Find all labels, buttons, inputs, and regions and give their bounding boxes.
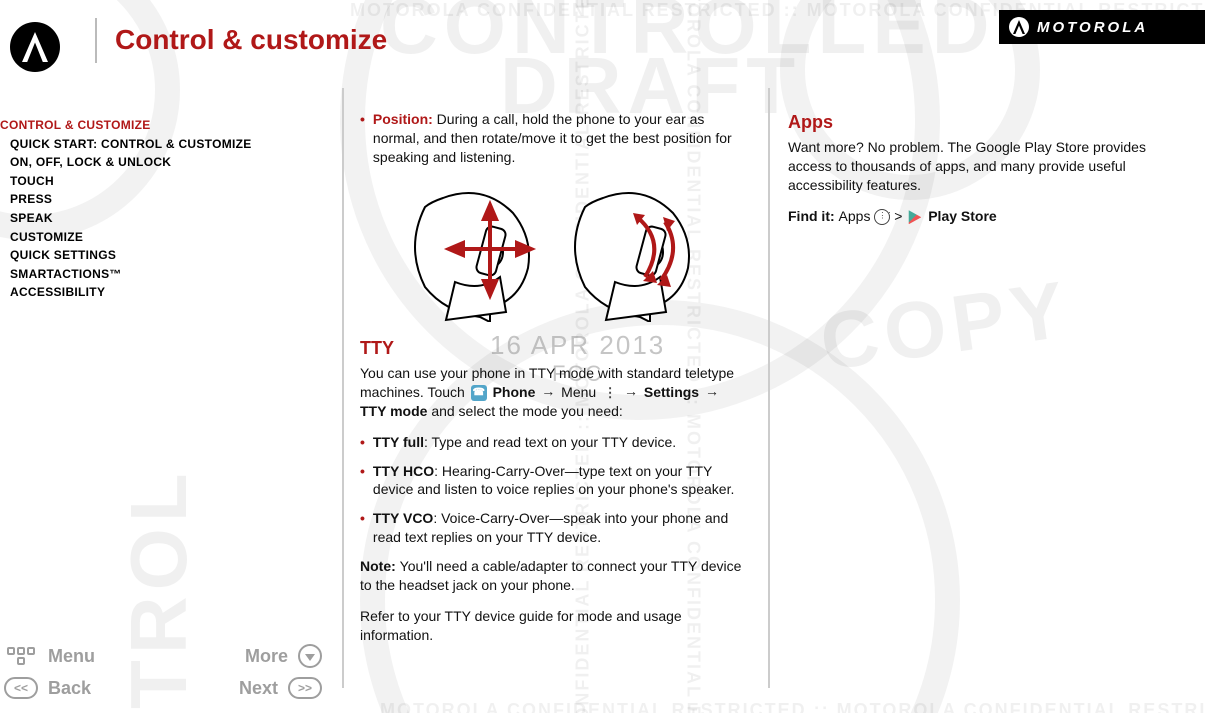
sidebar-item-customize[interactable]: Customize xyxy=(0,228,300,247)
brand-name: MOTOROLA xyxy=(1037,19,1148,36)
menu-label: Menu xyxy=(48,646,95,667)
phone-label: Phone xyxy=(493,384,536,400)
menu-grid-icon xyxy=(4,645,38,667)
tty-vco-bullet: • TTY VCO: Voice-Carry-Over—speak into y… xyxy=(360,509,750,547)
more-button[interactable]: More xyxy=(245,644,322,668)
watermark-copy: COPY xyxy=(815,263,1076,389)
position-bullet: • Position: During a call, hold the phon… xyxy=(360,110,750,167)
bullet-dot-icon: • xyxy=(360,462,365,500)
menu-overflow-icon: ⋮ xyxy=(602,391,616,395)
arrow-2: → xyxy=(624,382,638,401)
title-divider xyxy=(95,18,97,63)
findit-line: Find it: Apps > Play Store xyxy=(788,207,1183,226)
column-divider-2 xyxy=(768,88,770,688)
apps-text: Want more? No problem. The Google Play S… xyxy=(788,138,1183,195)
back-chevron-icon: << xyxy=(4,677,38,699)
tty-full-body: : Type and read text on your TTY device. xyxy=(424,434,676,450)
findit-apps: Apps xyxy=(839,208,875,224)
arrow-1: → xyxy=(541,382,555,401)
sidebar-item-smartactions[interactable]: SmartActions™ xyxy=(0,265,300,284)
more-dropdown-icon xyxy=(298,644,322,668)
position-label: Position: xyxy=(373,111,433,127)
bullet-dot-icon: • xyxy=(360,110,365,167)
sidebar-item-quick-start[interactable]: Quick start: Control & customize xyxy=(0,135,300,154)
phone-position-illustration xyxy=(385,177,725,322)
playstore-label: Play Store xyxy=(928,208,996,224)
bullet-dot-icon: • xyxy=(360,433,365,452)
sidebar-item-quick-settings[interactable]: Quick settings xyxy=(0,246,300,265)
back-label: Back xyxy=(48,678,91,699)
tty-full-text: TTY full: Type and read text on your TTY… xyxy=(373,433,676,452)
menu-button[interactable]: Menu xyxy=(4,645,95,667)
column-divider-1 xyxy=(342,88,344,688)
brand-bar: MOTOROLA xyxy=(999,10,1205,44)
tty-vco-text: TTY VCO: Voice-Carry-Over—speak into you… xyxy=(373,509,750,547)
next-label: Next xyxy=(239,678,278,699)
back-button[interactable]: << Back xyxy=(4,677,91,699)
sidebar-item-press[interactable]: Press xyxy=(0,190,300,209)
bullet-dot-icon: • xyxy=(360,509,365,547)
note-label: Note: xyxy=(360,558,400,574)
tty-intro-b: and select the mode you need: xyxy=(431,403,622,419)
tty-mode-label: TTY mode xyxy=(360,403,427,419)
motorola-batwing-icon xyxy=(1009,17,1029,37)
content-column-2: Apps Want more? No problem. The Google P… xyxy=(788,110,1183,238)
sidebar-item-speak[interactable]: Speak xyxy=(0,209,300,228)
tty-vco-label: TTY VCO xyxy=(373,510,433,526)
sidebar-item-touch[interactable]: Touch xyxy=(0,172,300,191)
apps-heading: Apps xyxy=(788,110,1183,134)
sidebar-item-on-off-lock[interactable]: On, off, lock & unlock xyxy=(0,153,300,172)
next-chevron-icon: >> xyxy=(288,677,322,699)
watermark-text-6: MOTOROLA CONFIDENTIAL RESTRICTED :: MOTO… xyxy=(380,700,1205,713)
tty-full-bullet: • TTY full: Type and read text on your T… xyxy=(360,433,750,452)
phone-app-icon: ☎ xyxy=(471,385,487,401)
sidebar-nav: Control & Customize Quick start: Control… xyxy=(0,116,300,302)
settings-label: Settings xyxy=(644,384,699,400)
note-body: You'll need a cable/adapter to connect y… xyxy=(360,558,741,593)
tty-full-label: TTY full xyxy=(373,434,424,450)
tty-intro: You can use your phone in TTY mode with … xyxy=(360,364,750,421)
tty-hco-label: TTY HCO xyxy=(373,463,434,479)
bottom-nav: Menu More << Back Next >> xyxy=(4,640,322,704)
play-store-icon xyxy=(907,210,921,224)
watermark-controlled: CONTROLLED xyxy=(380,0,996,72)
findit-label: Find it: xyxy=(788,208,839,224)
apps-grid-icon xyxy=(874,209,890,225)
tty-heading: TTY xyxy=(360,336,750,360)
menu-word: Menu xyxy=(561,384,600,400)
tty-refer: Refer to your TTY device guide for mode … xyxy=(360,607,750,645)
next-button[interactable]: Next >> xyxy=(239,677,322,699)
content-column-1: • Position: During a call, hold the phon… xyxy=(360,110,750,657)
arrow-3: → xyxy=(705,382,719,401)
tty-note: Note: You'll need a cable/adapter to con… xyxy=(360,557,750,595)
page-title: Control & customize xyxy=(115,24,387,56)
findit-gt: > xyxy=(894,208,902,224)
sidebar-item-control-customize[interactable]: Control & Customize xyxy=(0,116,300,135)
sidebar-item-accessibility[interactable]: Accessibility xyxy=(0,283,300,302)
more-label: More xyxy=(245,646,288,667)
position-text: Position: During a call, hold the phone … xyxy=(373,110,750,167)
tty-hco-bullet: • TTY HCO: Hearing-Carry-Over—type text … xyxy=(360,462,750,500)
tty-hco-text: TTY HCO: Hearing-Carry-Over—type text on… xyxy=(373,462,750,500)
motorola-logo-icon xyxy=(10,22,60,72)
